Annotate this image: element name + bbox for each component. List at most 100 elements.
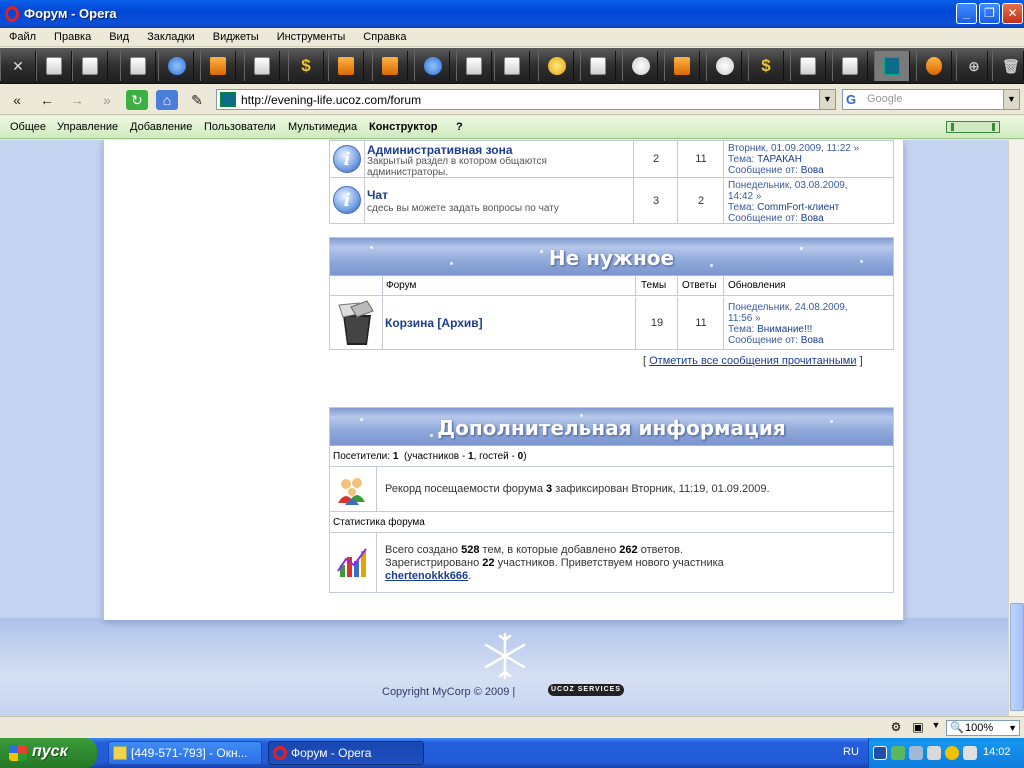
volume-icon[interactable]	[909, 746, 923, 760]
forum-replies-count: 11	[695, 153, 707, 165]
reload-button[interactable]: ↻	[126, 90, 148, 110]
menu-view[interactable]: Вид	[100, 28, 138, 43]
tab-4[interactable]	[158, 51, 194, 81]
tools-tab[interactable]: ✕	[0, 51, 36, 81]
close-button[interactable]: ✕	[1002, 3, 1023, 24]
search-field[interactable]: G Google ▼	[842, 89, 1020, 110]
tab-1[interactable]	[36, 51, 72, 81]
antivirus-icon[interactable]	[927, 746, 941, 760]
home-button[interactable]: ⌂	[156, 90, 178, 110]
col-replies: Ответы	[682, 280, 717, 291]
ucoz-badge-link[interactable]: UCOZ SERVICES	[548, 684, 624, 696]
back-button[interactable]: ←	[36, 90, 58, 110]
tab-16[interactable]	[664, 51, 700, 81]
tab-18[interactable]: $	[748, 51, 784, 81]
new-member-link[interactable]: chertenokkk666	[385, 570, 468, 582]
tab-7[interactable]: $	[288, 51, 324, 81]
tab-active[interactable]	[874, 51, 910, 81]
menu-file[interactable]: Файл	[0, 28, 45, 43]
maximize-button[interactable]: ❐	[979, 3, 1000, 24]
ucoz-panel-slider[interactable]	[946, 121, 1000, 133]
camera-dropdown-icon[interactable]: ▼	[928, 720, 944, 736]
tray-arrow-icon[interactable]	[873, 746, 887, 760]
forward-button[interactable]: →	[66, 90, 88, 110]
mark-all-read-link[interactable]: Отметить все сообщения прочитанными	[649, 355, 856, 367]
tab-5[interactable]	[200, 51, 236, 81]
tab-19[interactable]	[790, 51, 826, 81]
update-date-link[interactable]: Понедельник, 24.08.2009,	[728, 302, 848, 313]
menu-bar: Файл Правка Вид Закладки Виджеты Инструменты С…	[0, 28, 1024, 47]
update-author-link[interactable]: Вова	[801, 335, 824, 346]
ucoz-item-adding[interactable]: Добавление	[130, 121, 192, 133]
tab-11[interactable]	[456, 51, 492, 81]
messenger-icon[interactable]	[945, 746, 959, 760]
settings-icon	[632, 57, 650, 75]
ucoz-item-multimedia[interactable]: Мультимедиа	[288, 121, 357, 133]
new-tab-button[interactable]: ⊕	[956, 51, 988, 81]
menu-tools[interactable]: Инструменты	[268, 28, 355, 43]
minimize-button[interactable]: _	[956, 3, 977, 24]
ucoz-item-constructor[interactable]: Конструктор	[369, 121, 437, 133]
edit-site-button[interactable]: ✎	[186, 90, 208, 110]
update-date-link[interactable]: Вторник, 01.09.2009, 11:22 »	[728, 143, 859, 154]
tab-8[interactable]	[328, 51, 364, 81]
ucoz-item-general[interactable]: Общее	[10, 121, 46, 133]
scrollbar-thumb[interactable]	[1010, 603, 1024, 711]
vertical-scrollbar[interactable]	[1008, 140, 1024, 716]
tab-2[interactable]	[72, 51, 108, 81]
forum-row: i Административная зона Закрытый раздел …	[330, 141, 893, 178]
taskbar-item-window[interactable]: [449-571-793] - Окн...	[108, 741, 262, 765]
page-icon	[82, 57, 98, 75]
update-author-link[interactable]: Вова	[801, 213, 824, 224]
tab-14[interactable]	[580, 51, 616, 81]
zoom-dropdown-icon[interactable]: ▼	[1008, 721, 1017, 735]
forum-info-icon: i	[333, 145, 361, 173]
forum-title-link[interactable]: Административная зона	[367, 143, 513, 157]
tab-6[interactable]	[244, 51, 280, 81]
language-indicator[interactable]: RU	[843, 746, 859, 758]
forum-replies-count: 11	[695, 317, 707, 329]
address-dropdown-icon[interactable]: ▼	[819, 90, 835, 109]
tab-20[interactable]	[832, 51, 868, 81]
tab-10[interactable]	[414, 51, 450, 81]
menu-widgets[interactable]: Виджеты	[204, 28, 268, 43]
taskbar-item-opera[interactable]: Форум - Opera	[268, 741, 424, 765]
search-dropdown-icon[interactable]: ▼	[1003, 90, 1019, 109]
tab-9[interactable]	[372, 51, 408, 81]
opera-unite-icon	[926, 57, 942, 75]
monitor-icon[interactable]	[963, 746, 977, 760]
update-topic-link[interactable]: Внимание!!!	[757, 324, 812, 335]
forum-title-link[interactable]: Чат	[367, 188, 388, 202]
menu-bookmarks[interactable]: Закладки	[138, 28, 204, 43]
update-topic-link[interactable]: ТАРАКАН	[757, 154, 802, 165]
google-icon: G	[846, 92, 857, 107]
start-button[interactable]: пуск	[0, 738, 97, 768]
menu-help[interactable]: Справка	[354, 28, 415, 43]
rewind-button[interactable]: «	[6, 90, 28, 110]
tab-22[interactable]	[916, 51, 952, 81]
tab-3[interactable]	[120, 51, 156, 81]
fast-forward-button[interactable]: »	[96, 90, 118, 110]
dollar-icon: $	[301, 56, 311, 75]
network-icon[interactable]	[891, 746, 905, 760]
address-field[interactable]: http://evening-life.ucoz.com/forum ▼	[216, 89, 836, 110]
forum-title-link[interactable]: Корзина [Архив]	[385, 316, 483, 330]
update-date-link[interactable]: Понедельник, 03.08.2009,	[728, 180, 848, 191]
camera-icon[interactable]: ▣	[910, 720, 926, 736]
turbo-icon[interactable]: ⚙	[888, 720, 904, 736]
tab-13[interactable]	[538, 51, 574, 81]
tab-17[interactable]	[706, 51, 742, 81]
ucoz-item-users[interactable]: Пользователи	[204, 121, 276, 133]
zoom-control[interactable]: 🔍 100% ▼	[946, 720, 1020, 736]
menu-edit[interactable]: Правка	[45, 28, 100, 43]
task-label: [449-571-793] - Окн...	[131, 746, 248, 760]
tab-15[interactable]	[622, 51, 658, 81]
update-author-link[interactable]: Вова	[801, 165, 824, 176]
ucoz-help[interactable]: ?	[456, 121, 463, 133]
trash-button[interactable]: 🗑	[992, 51, 1024, 81]
update-topic-link[interactable]: CommFort-клиент	[757, 202, 839, 213]
ucoz-item-management[interactable]: Управление	[57, 121, 118, 133]
system-tray: RU 14:02	[843, 738, 1024, 768]
tab-12[interactable]	[494, 51, 530, 81]
site-icon	[168, 57, 186, 75]
